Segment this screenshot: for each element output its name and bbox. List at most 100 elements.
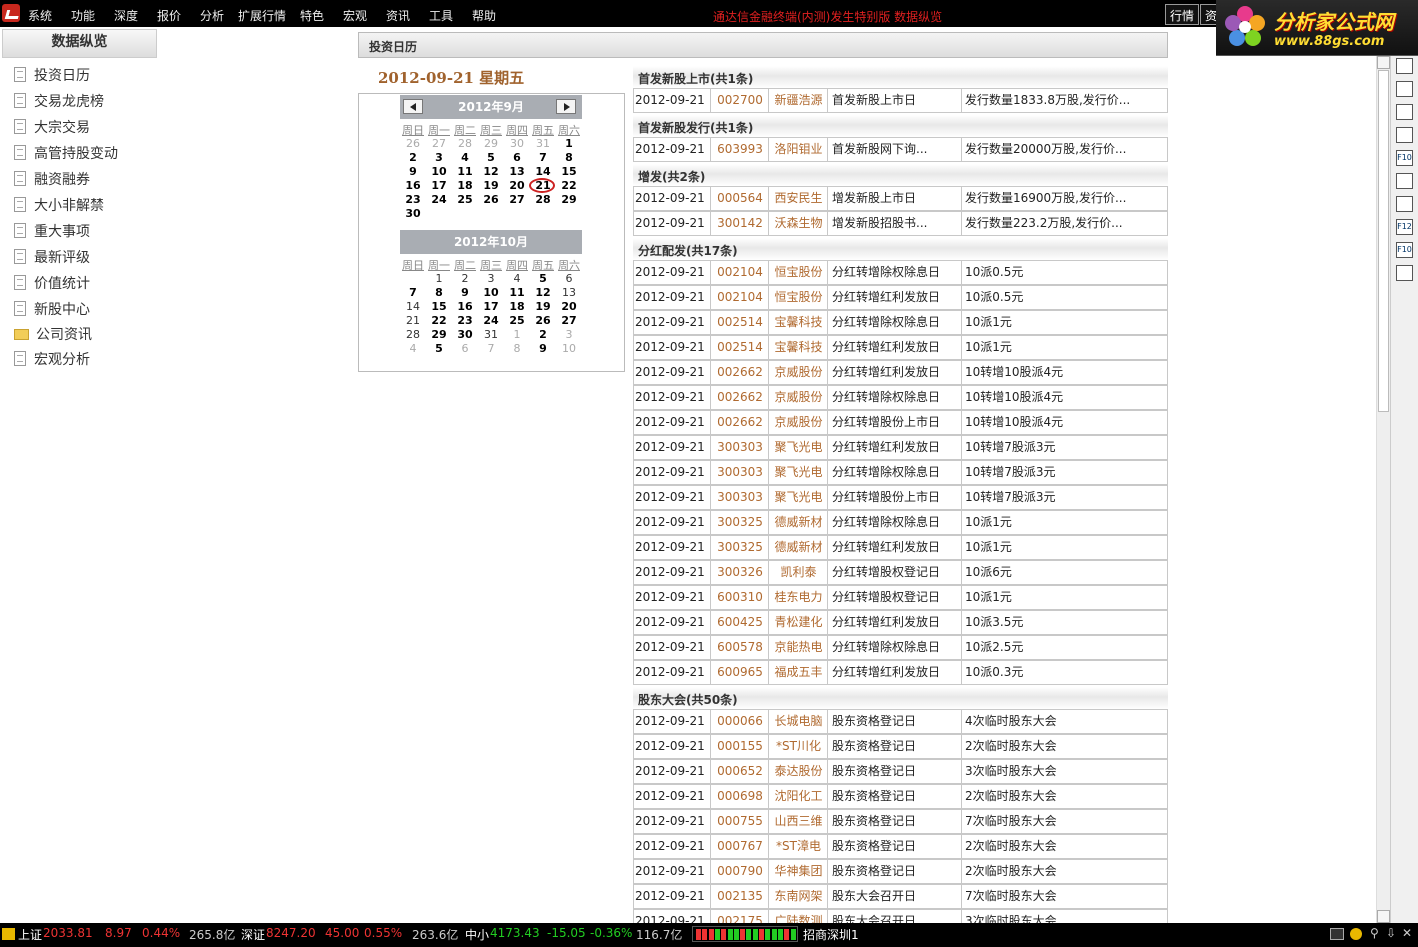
sidebar-item-7[interactable]: 最新评级 [14, 247, 90, 269]
calendar-day[interactable]: 13 [556, 286, 582, 299]
calendar-day[interactable]: 26 [400, 137, 426, 150]
row-stock-code[interactable]: 300142 [711, 212, 769, 235]
row-stock-code[interactable]: 002700 [711, 89, 769, 112]
sidebar-item-11[interactable]: 宏观分析 [14, 349, 90, 371]
table-row[interactable]: 2012-09-21 000755 山西三维 股东资格登记日 7次临时股东大会 [633, 809, 1168, 834]
menu-tools[interactable]: 工具 [429, 7, 453, 24]
calendar-day[interactable]: 5 [478, 151, 504, 164]
calendar-day[interactable]: 15 [556, 165, 582, 178]
row-stock-code[interactable]: 000564 [711, 187, 769, 210]
calendar-day[interactable]: 30 [452, 328, 478, 341]
calendar-day[interactable]: 29 [426, 328, 452, 341]
menu-quote[interactable]: 报价 [157, 7, 181, 24]
calendar-day[interactable]: 22 [426, 314, 452, 327]
row-stock-code[interactable]: 000698 [711, 785, 769, 808]
table-row[interactable]: 2012-09-21 300326 凯利泰 分红转增股权登记日 10派6元 [633, 560, 1168, 585]
row-stock-code[interactable]: 002662 [711, 386, 769, 409]
table-row[interactable]: 2012-09-21 300303 聚飞光电 分红转增除权除息日 10转增7股派3元 [633, 460, 1168, 485]
row-stock-name[interactable]: 福成五丰 [769, 661, 828, 684]
calendar-day[interactable]: 5 [426, 342, 452, 355]
sz-index-label[interactable]: 深证 [241, 926, 265, 943]
calendar-day[interactable]: 9 [452, 286, 478, 299]
table-row[interactable]: 2012-09-21 002662 京威股份 分红转增除权除息日 10转增10股派4元 [633, 385, 1168, 410]
calendar-day[interactable]: 8 [426, 286, 452, 299]
calendar-day[interactable]: 18 [504, 300, 530, 313]
calendar-day[interactable]: 17 [478, 300, 504, 313]
row-stock-name[interactable]: 东南网架 [769, 885, 828, 908]
calendar-day[interactable]: 7 [478, 342, 504, 355]
calendar-day[interactable]: 4 [400, 342, 426, 355]
calendar-day[interactable]: 25 [504, 314, 530, 327]
calendar-day[interactable]: 10 [478, 286, 504, 299]
sidebar-item-4[interactable]: 融资融券 [14, 169, 90, 191]
f10-icon[interactable]: F10 [1396, 150, 1413, 166]
sidebar-item-0[interactable]: 投资日历 [14, 65, 90, 87]
row-stock-code[interactable]: 002135 [711, 885, 769, 908]
menu-depth[interactable]: 深度 [114, 7, 138, 24]
row-stock-name[interactable]: 京威股份 [769, 386, 828, 409]
table-row[interactable]: 2012-09-21 002135 东南网架 股东大会召开日 7次临时股东大会 [633, 884, 1168, 909]
row-stock-name[interactable]: 桂东电力 [769, 586, 828, 609]
calendar-day[interactable]: 30 [400, 207, 426, 220]
calendar-day[interactable]: 11 [504, 286, 530, 299]
table-row[interactable]: 2012-09-21 600425 青松建化 分红转增红利发放日 10派3.5元 [633, 610, 1168, 635]
pin-icon[interactable]: ⚲ [1370, 926, 1379, 940]
calendar-day[interactable]: 19 [530, 300, 556, 313]
row-stock-name[interactable]: 山西三维 [769, 810, 828, 833]
row-stock-code[interactable]: 300325 [711, 511, 769, 534]
row-stock-code[interactable]: 002104 [711, 286, 769, 309]
calendar-day[interactable]: 28 [400, 328, 426, 341]
sidebar-item-3[interactable]: 高管持股变动 [14, 143, 118, 165]
table-row[interactable]: 2012-09-21 300303 聚飞光电 分红转增红利发放日 10转增7股派3元 [633, 435, 1168, 460]
calendar-day[interactable]: 9 [530, 342, 556, 355]
calendar-day[interactable]: 15 [426, 300, 452, 313]
table-row[interactable]: 2012-09-21 002104 恒宝股份 分红转增除权除息日 10派0.5元 [633, 260, 1168, 285]
row-stock-name[interactable]: 聚飞光电 [769, 486, 828, 509]
calendar-day[interactable]: 2 [452, 272, 478, 285]
zoom-icon[interactable] [1396, 265, 1413, 281]
table-row[interactable]: 2012-09-21 002700 新疆浩源 首发新股上市日 发行数量1833.8万股,… [633, 88, 1168, 113]
calendar-day[interactable]: 17 [426, 179, 452, 192]
scroll-thumb[interactable] [1378, 70, 1389, 412]
sidebar-item-6[interactable]: 重大事项 [14, 221, 90, 243]
menu-help[interactable]: 帮助 [472, 7, 496, 24]
table-row[interactable]: 2012-09-21 002514 宝馨科技 分红转增红利发放日 10派1元 [633, 335, 1168, 360]
calendar-day[interactable]: 2 [400, 151, 426, 164]
row-stock-name[interactable]: 恒宝股份 [769, 286, 828, 309]
calendar-day[interactable]: 24 [478, 314, 504, 327]
menu-system[interactable]: 系统 [28, 7, 52, 24]
row-stock-name[interactable]: *ST漳电 [769, 835, 828, 858]
calendar-day[interactable]: 4 [504, 272, 530, 285]
calendar-day[interactable]: 6 [556, 272, 582, 285]
table-row[interactable]: 2012-09-21 300325 德威新材 分红转增除权除息日 10派1元 [633, 510, 1168, 535]
calendar-day[interactable]: 20 [556, 300, 582, 313]
calendar-day[interactable]: 4 [452, 151, 478, 164]
calendar-day[interactable]: 6 [452, 342, 478, 355]
calendar-day[interactable]: 31 [530, 137, 556, 150]
calendar-day[interactable]: 26 [478, 193, 504, 206]
row-stock-name[interactable]: 德威新材 [769, 536, 828, 559]
sidebar-item-10[interactable]: 公司资讯 [14, 324, 92, 346]
row-stock-name[interactable]: 青松建化 [769, 611, 828, 634]
row-stock-name[interactable]: 京威股份 [769, 411, 828, 434]
calendar-day[interactable]: 14 [400, 300, 426, 313]
sidebar-item-8[interactable]: 价值统计 [14, 273, 90, 295]
calendar-day[interactable]: 28 [530, 193, 556, 206]
calendar-day[interactable]: 23 [452, 314, 478, 327]
calendar-day[interactable]: 5 [530, 272, 556, 285]
calendar-day[interactable]: 3 [556, 328, 582, 341]
calendar-day[interactable]: 24 [426, 193, 452, 206]
calendar-day[interactable]: 22 [556, 179, 582, 192]
row-stock-code[interactable]: 300303 [711, 461, 769, 484]
calendar-day[interactable]: 2 [530, 328, 556, 341]
calendar-day[interactable]: 1 [426, 272, 452, 285]
calendar-day[interactable]: 20 [504, 179, 530, 192]
table-row[interactable]: 2012-09-21 000066 长城电脑 股东资格登记日 4次临时股东大会 [633, 709, 1168, 734]
table-row[interactable]: 2012-09-21 000564 西安民生 增发新股上市日 发行数量16900万股,发… [633, 186, 1168, 211]
row-stock-code[interactable]: 000066 [711, 710, 769, 733]
row-stock-code[interactable]: 300303 [711, 486, 769, 509]
status-menu-icon[interactable] [2, 928, 15, 940]
f12-icon[interactable]: F12 [1396, 219, 1413, 235]
candle-icon[interactable] [1396, 127, 1413, 143]
download-icon[interactable]: ⇩ [1386, 926, 1396, 940]
